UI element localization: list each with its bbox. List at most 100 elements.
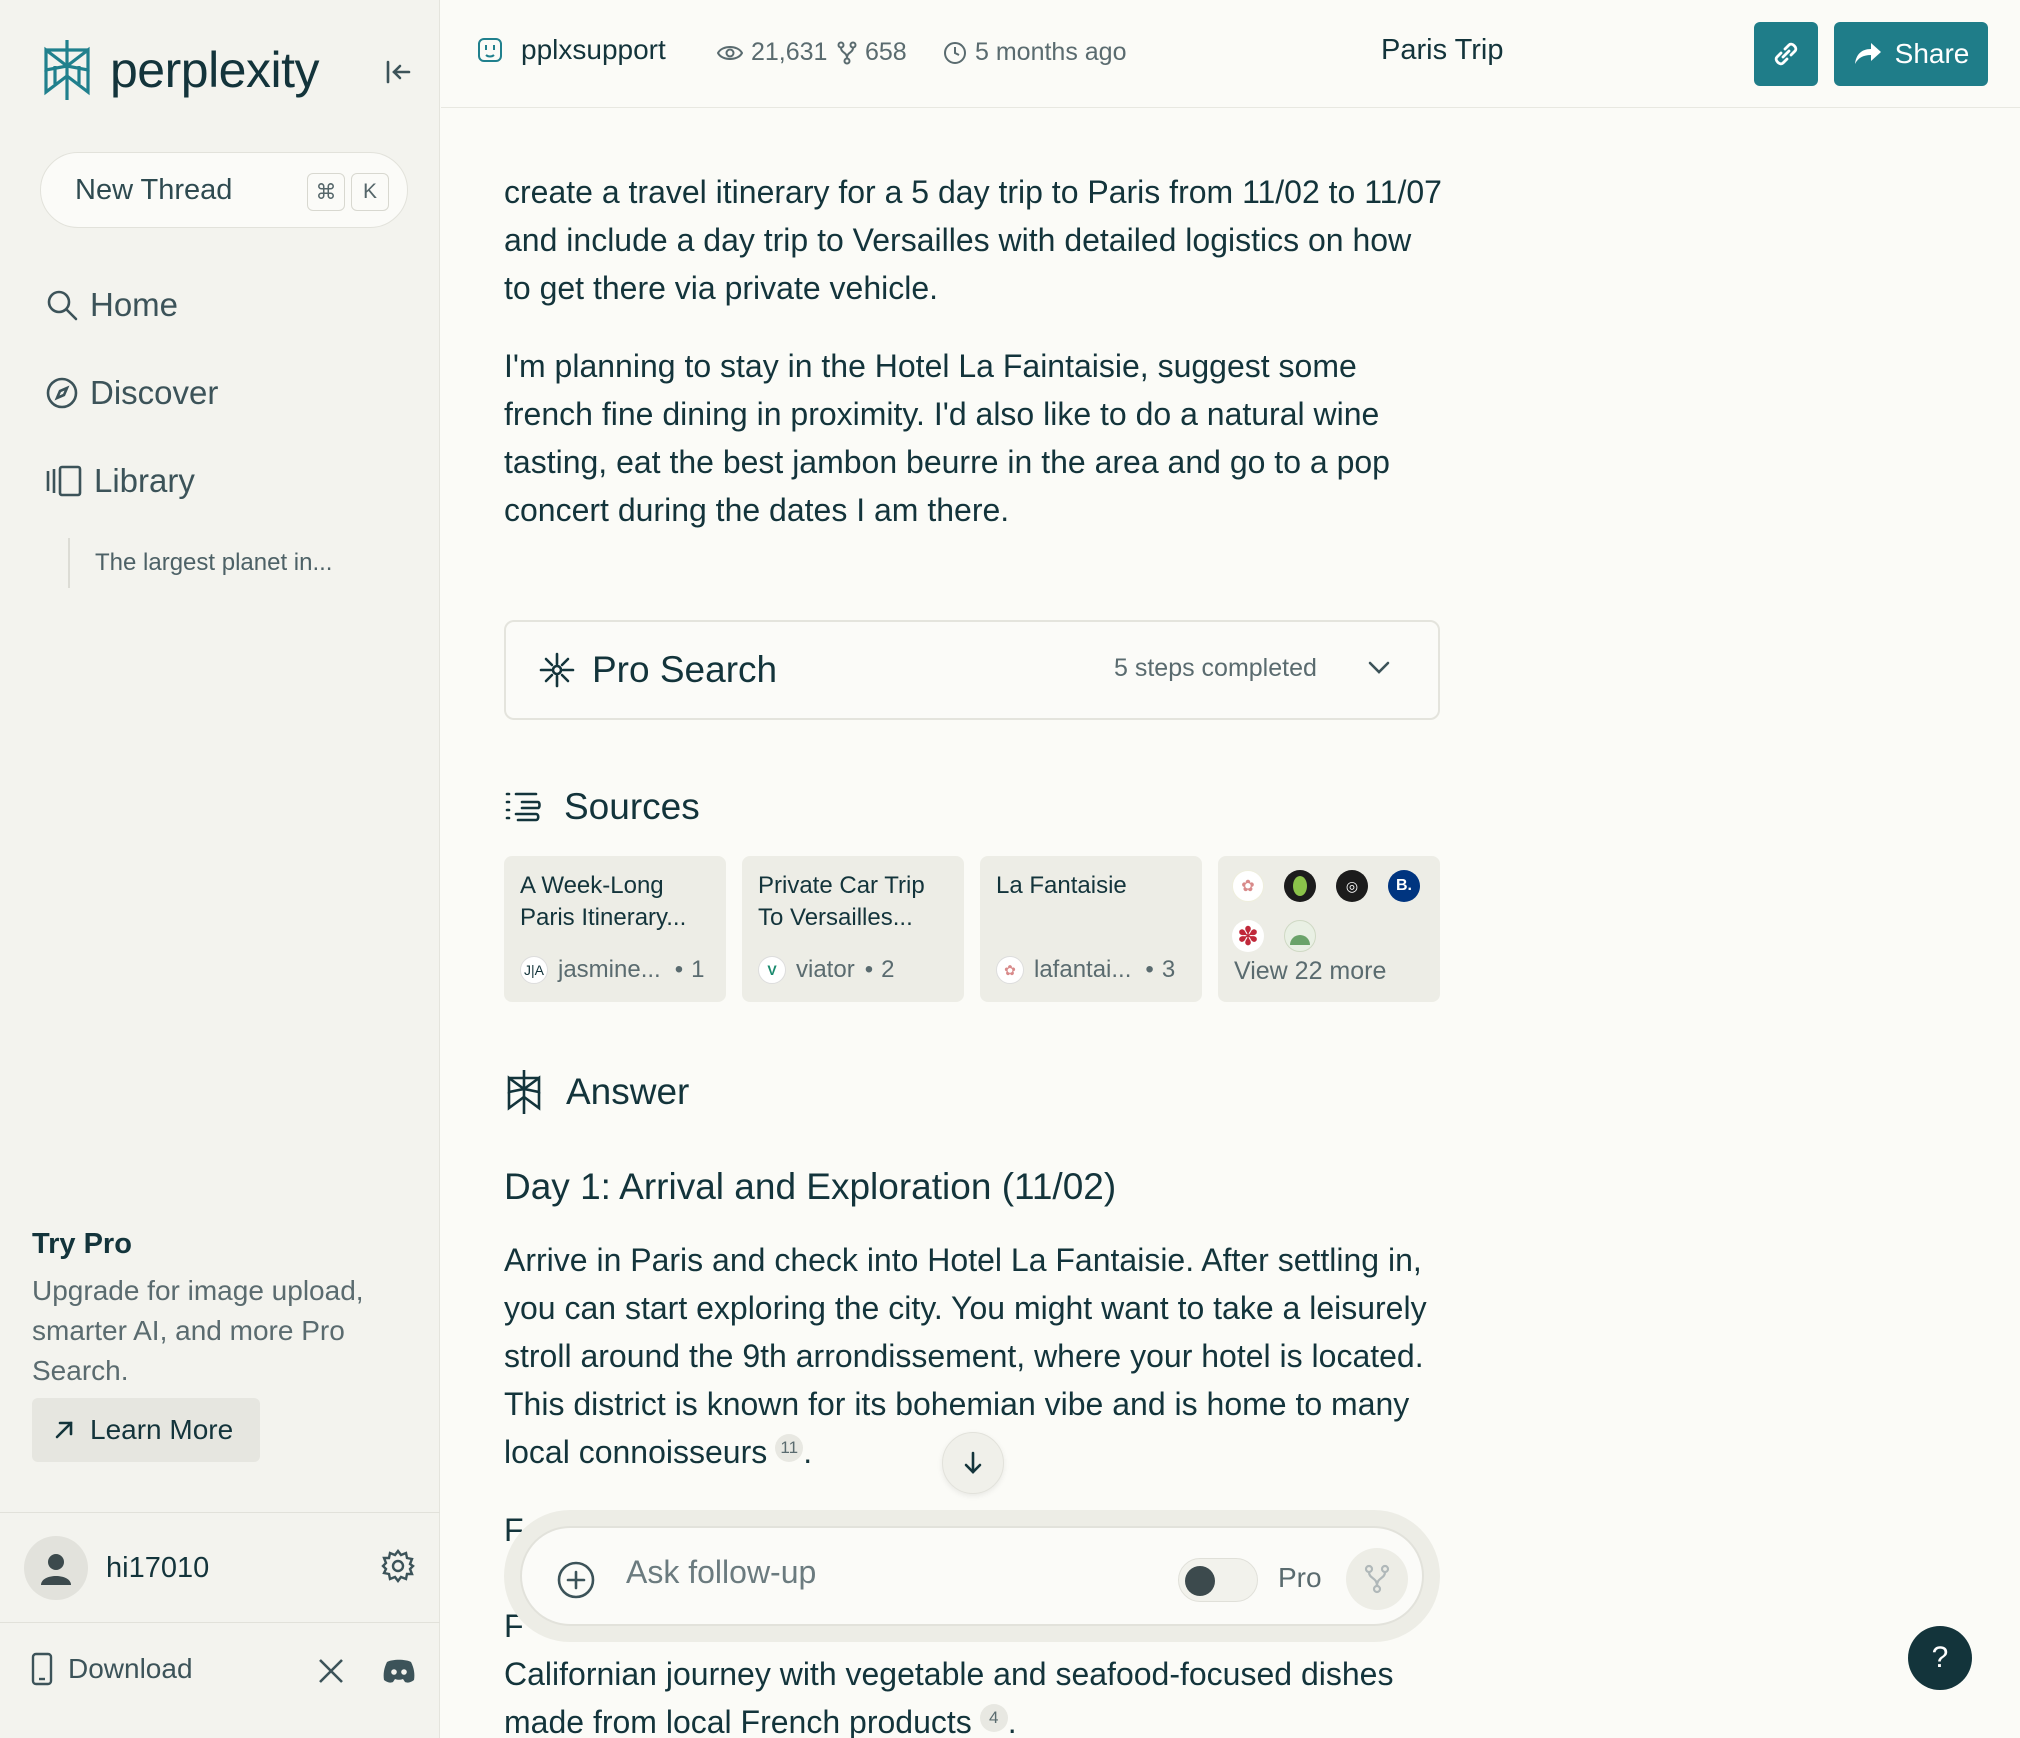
sidebar-item-library[interactable]: Library [44,462,195,500]
answer-heading: Answer [504,1068,689,1116]
citation-badge[interactable]: 11 [775,1434,804,1462]
help-button[interactable]: ? [1908,1626,1972,1690]
answer-paragraph: Californian journey with vegetable and s… [504,1656,1394,1738]
timestamp: 5 months ago [943,38,1127,67]
citation-badge[interactable]: 4 [979,1704,1008,1732]
source-favicon-rose: ✿ [1232,870,1264,902]
query-paragraph: I'm planning to stay in the Hotel La Fai… [504,348,1390,528]
sidebar-item-label: Discover [90,374,219,411]
eye-icon [717,45,743,60]
pro-search-steps: 5 steps completed [1114,654,1317,682]
library-thread-item[interactable]: The largest planet in... [68,538,332,588]
avatar [24,1536,88,1600]
views-value: 21,631 [751,38,828,66]
pro-search-panel[interactable]: Pro Search 5 steps completed [504,620,1440,720]
discord-link[interactable] [382,1658,416,1689]
source-meta: J|A jasmine... • 1 [520,956,704,984]
clock-icon [944,41,966,64]
user-profile[interactable]: hi17010 [24,1536,209,1600]
plus-circle-icon[interactable] [556,1560,596,1600]
download-label: Download [68,1653,193,1684]
page-title: Paris Trip [1381,34,1504,66]
sparkle-icon [539,652,575,688]
author-name: pplxsupport [521,34,666,65]
forks-value: 658 [865,38,907,66]
more-sources-favicons: ✿ ◎ B. ✽ [1232,870,1432,952]
source-card[interactable]: Private Car Trip To Versailles... V viat… [742,856,964,1002]
perplexity-answer-icon [507,1070,541,1114]
sidebar-item-discover[interactable]: Discover [44,374,218,412]
source-meta: ✿ lafantai... • 3 [996,956,1175,984]
username: hi17010 [106,1551,210,1584]
command-key: ⌘ [307,173,345,211]
collapse-icon [386,60,411,84]
source-card[interactable]: La Fantaisie ✿ lafantai... • 3 [980,856,1202,1002]
learn-more-label: Learn More [90,1414,234,1445]
chevron-down-icon [1368,661,1390,674]
search-icon [47,290,78,321]
sidebar-item-home[interactable]: Home [44,286,178,324]
user-query: create a travel itinerary for a 5 day tr… [504,168,1444,534]
source-meta: V viator • 2 [758,956,894,984]
pro-search-label: Pro Search [592,649,778,690]
follow-up-bar: Pro [504,1510,1440,1642]
link-icon [1774,42,1798,66]
perplexity-logo[interactable]: perplexity [38,36,320,104]
share-button[interactable]: Share [1834,22,1988,86]
dot-separator: • [864,956,874,983]
pro-toggle[interactable] [1178,1558,1258,1602]
user-icon [41,1554,71,1585]
source-favicon-avocado [1284,870,1316,902]
author-avatar-icon [478,38,502,62]
sources-list-icon [505,792,541,822]
new-thread-button[interactable]: New Thread ⌘ K [40,152,408,228]
compass-icon [46,377,78,409]
source-favicon-landscape [1284,920,1316,952]
source-card[interactable]: A Week-Long Paris Itinerary... J|A jasmi… [504,856,726,1002]
x-twitter-link[interactable] [316,1656,346,1691]
views-count: 21,631 [717,38,827,67]
source-favicon-booking: B. [1388,870,1420,902]
dot-separator: • [674,956,684,983]
discord-icon [383,1659,415,1683]
source-index: 1 [691,956,705,983]
sidebar-divider [0,1622,440,1623]
try-pro-title: Try Pro [32,1228,132,1260]
share-label: Share [1894,38,1970,69]
sources-label: Sources [564,786,700,827]
source-favicon-michelin: ✽ [1232,920,1264,952]
submit-button[interactable] [1346,1548,1408,1610]
arrow-up-right-icon [55,1421,73,1439]
logo-text: perplexity [110,42,320,98]
dot-separator: • [1145,956,1154,983]
sidebar-item-label: Home [90,286,179,323]
view-more-sources-card[interactable]: ✿ ◎ B. ✽ View 22 more [1218,856,1440,1002]
phone-icon [31,1652,53,1686]
source-site: lafantai... [1034,956,1132,983]
scroll-to-bottom-button[interactable] [942,1432,1004,1494]
sidebar: perplexity New Thread ⌘ K Home Discover … [0,0,440,1738]
query-paragraph: create a travel itinerary for a 5 day tr… [504,174,1442,306]
settings-button[interactable] [380,1548,416,1589]
k-key: K [351,173,389,211]
thread-header: pplxsupport 21,631 658 5 months ago Pari… [441,0,2020,108]
follow-up-input[interactable] [626,1554,1126,1591]
download-link[interactable]: Download [30,1652,193,1686]
follow-up-box: Pro [520,1526,1424,1626]
source-index: 2 [881,956,895,983]
library-icon [46,465,82,497]
answer-day-heading: Day 1: Arrival and Exploration (11/02) [504,1166,1117,1207]
source-favicon: V [758,956,786,984]
source-title: Private Car Trip To Versailles... [758,872,925,931]
view-more-label: View 22 more [1234,957,1387,985]
sidebar-item-label: Library [94,462,195,499]
learn-more-button[interactable]: Learn More [32,1398,260,1462]
source-favicon-dark: ◎ [1336,870,1368,902]
fork-icon [837,41,857,64]
timestamp-value: 5 months ago [975,38,1127,66]
answer-label: Answer [566,1071,690,1112]
try-pro-description: Upgrade for image upload, smarter AI, an… [32,1275,364,1386]
copy-link-button[interactable] [1754,22,1818,86]
author-link[interactable]: pplxsupport [475,34,666,66]
collapse-sidebar-button[interactable] [378,52,418,92]
